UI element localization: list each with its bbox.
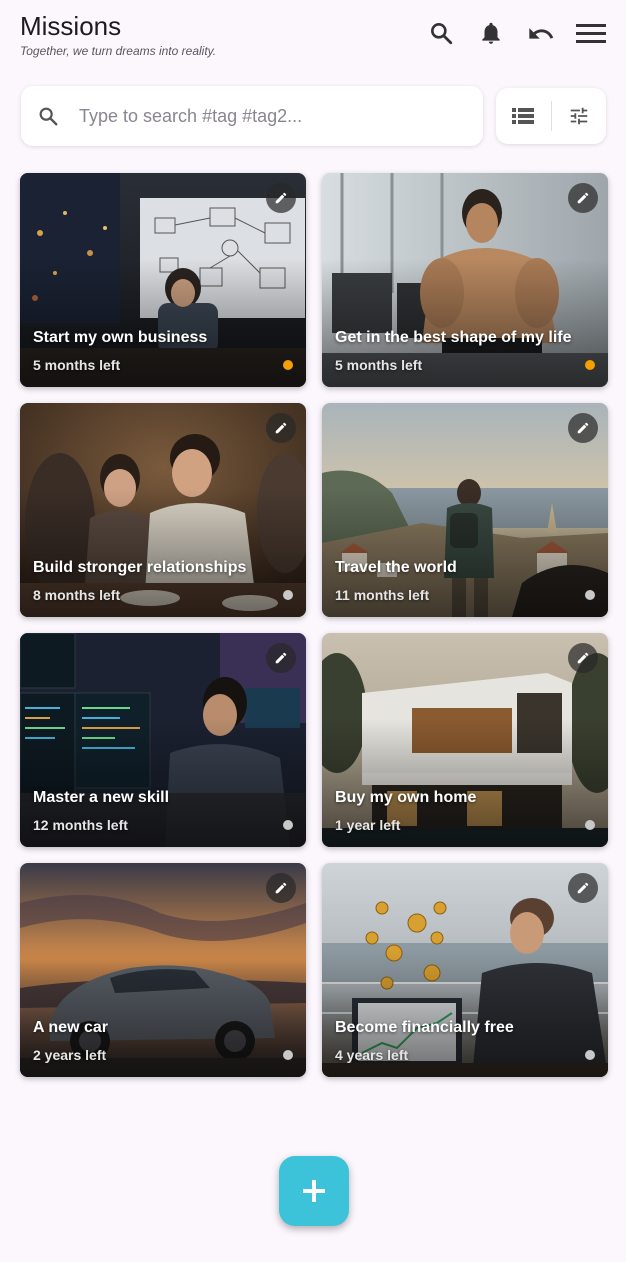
card-gradient [20, 863, 306, 1077]
edit-pencil-icon[interactable] [568, 873, 598, 903]
mission-card[interactable]: Travel the world 11 months left [322, 403, 608, 617]
missions-grid: Start my own business 5 months left Get … [20, 173, 608, 1077]
mission-card[interactable]: Start my own business 5 months left [20, 173, 306, 387]
mission-title: Buy my own home [335, 789, 477, 806]
edit-pencil-icon[interactable] [568, 413, 598, 443]
card-gradient [20, 403, 306, 617]
status-dot [585, 590, 595, 600]
mission-title: Get in the best shape of my life [335, 329, 572, 346]
view-controls [496, 88, 606, 144]
mission-card[interactable]: Become financially free 4 years left [322, 863, 608, 1077]
mission-title: Start my own business [33, 329, 208, 346]
edit-pencil-icon[interactable] [266, 413, 296, 443]
card-gradient [20, 173, 306, 387]
header-actions [416, 20, 616, 70]
mission-title: A new car [33, 1019, 108, 1036]
mission-time-left: 5 months left [33, 357, 121, 373]
edit-pencil-icon[interactable] [266, 873, 296, 903]
mission-time-left: 8 months left [33, 587, 121, 603]
edit-pencil-icon[interactable] [266, 643, 296, 673]
app-header: Missions Together, we turn dreams into r… [20, 10, 616, 60]
mission-title: Build stronger relationships [33, 559, 247, 576]
plus-icon [303, 1180, 325, 1202]
search-input[interactable] [79, 105, 459, 127]
mission-time-left: 2 years left [33, 1047, 107, 1063]
mission-title: Master a new skill [33, 789, 170, 806]
edit-pencil-icon[interactable] [568, 183, 598, 213]
status-dot [585, 820, 595, 830]
card-gradient [322, 403, 608, 617]
mission-time-left: 4 years left [335, 1047, 409, 1063]
mission-title: Travel the world [335, 559, 457, 576]
list-view-icon[interactable] [496, 88, 551, 144]
status-dot [283, 1050, 293, 1060]
status-dot [283, 590, 293, 600]
search-icon[interactable] [416, 20, 466, 70]
status-dot [585, 1050, 595, 1060]
search-icon [23, 105, 73, 127]
mission-card[interactable]: Get in the best shape of my life 5 month… [322, 173, 608, 387]
edit-pencil-icon[interactable] [568, 643, 598, 673]
mission-time-left: 1 year left [335, 817, 401, 833]
missions-screen: Missions Together, we turn dreams into r… [0, 0, 626, 1262]
mission-time-left: 12 months left [33, 817, 128, 833]
card-gradient [322, 173, 608, 387]
mission-time-left: 5 months left [335, 357, 423, 373]
mission-card[interactable]: Buy my own home 1 year left [322, 633, 608, 847]
undo-icon[interactable] [516, 20, 566, 70]
mission-card[interactable]: Master a new skill 12 months left [20, 633, 306, 847]
search-bar [21, 86, 483, 146]
mission-card[interactable]: Build stronger relationships 8 months le… [20, 403, 306, 617]
filter-sliders-icon[interactable] [551, 88, 606, 144]
mission-card[interactable]: A new car 2 years left [20, 863, 306, 1077]
mission-time-left: 11 months left [335, 587, 430, 603]
status-dot [585, 360, 595, 370]
card-gradient [322, 633, 608, 847]
bell-icon[interactable] [466, 20, 516, 70]
card-gradient [20, 633, 306, 847]
status-dot [283, 360, 293, 370]
menu-icon[interactable] [566, 20, 616, 70]
card-gradient [322, 863, 608, 1077]
mission-title: Become financially free [335, 1019, 514, 1036]
status-dot [283, 820, 293, 830]
add-mission-button[interactable] [279, 1156, 349, 1226]
edit-pencil-icon[interactable] [266, 183, 296, 213]
